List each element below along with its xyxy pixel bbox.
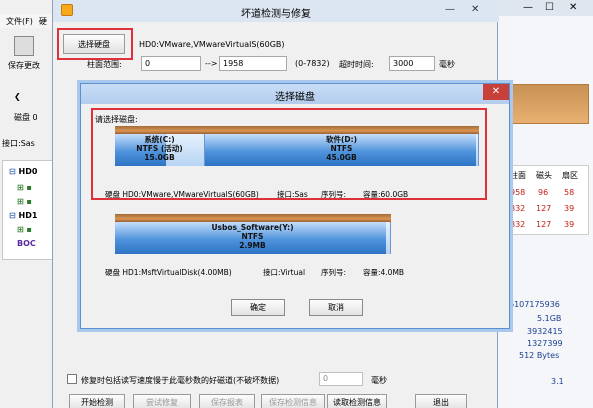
partition-y-name: Usbos_Software(Y:)	[211, 223, 294, 232]
save-scan-info-button[interactable]: 保存检测信息	[261, 394, 325, 408]
repair-threshold-input[interactable]: 0	[319, 372, 363, 386]
load-scan-info-button[interactable]: 读取检测信息	[327, 394, 387, 408]
partition-d-size: 45.0GB	[326, 153, 357, 162]
exit-button[interactable]: 退出	[415, 394, 467, 408]
dialog-title: 选择磁盘	[275, 92, 315, 103]
table-cell: 96	[538, 188, 549, 197]
tree-hd0-child2[interactable]: ⊞ ▪	[17, 197, 32, 206]
table-header-cylinder: 柱面	[510, 171, 526, 180]
disk-hd0-serial: 序列号:	[321, 190, 347, 199]
table-header-head: 磁头	[536, 171, 552, 180]
ok-button[interactable]: 确定	[231, 299, 285, 316]
disk-hd0-capacity: 容量:60.0GB	[363, 190, 409, 199]
repair-unit-label: 毫秒	[371, 376, 387, 385]
disk-hd1-serial: 序列号:	[321, 268, 347, 277]
select-disk-dialog: 选择磁盘 ✕ 请选择磁盘: 系统(C:) NTFS (活动) 15.0GB 软件…	[80, 83, 510, 329]
table-cell: 832	[510, 220, 526, 229]
save-report-button[interactable]: 保存报表	[199, 394, 255, 408]
disk-hd1-bar[interactable]: Usbos_Software(Y:) NTFS 2.9MB	[115, 214, 391, 254]
disk-hd0-interface: 接口:Sas	[277, 190, 308, 199]
disk-hd1-capacity: 容量:4.0MB	[363, 268, 405, 277]
close-icon[interactable]: ✕	[569, 2, 577, 13]
partition-c-fs: NTFS (活动)	[136, 144, 183, 153]
dialog-titlebar: 选择磁盘 ✕	[81, 84, 509, 104]
table-cell: 958	[510, 188, 526, 197]
range-end-input[interactable]: 1958	[219, 56, 287, 71]
disk-hd0-bar[interactable]: 系统(C:) NTFS (活动) 15.0GB 软件(D:) NTFS 45.0…	[115, 126, 479, 166]
dialog-close-icon[interactable]: ✕	[483, 84, 509, 100]
range-limit-label: (0-7832)	[295, 59, 330, 68]
disk-number-label: 磁盘 0	[14, 113, 38, 122]
stat-sector-size: 512 Bytes	[519, 351, 560, 360]
tree-hd0[interactable]: ⊟ HD0	[9, 167, 37, 176]
sector-table: 柱面 磁头 扇区 958 96 58 832 127 39 832 127 39	[505, 165, 589, 235]
tree-hd1[interactable]: ⊟ HD1	[9, 211, 37, 220]
partition-c[interactable]: 系统(C:) NTFS (活动) 15.0GB	[115, 134, 205, 166]
select-disk-button[interactable]: 选择硬盘	[63, 34, 125, 54]
partition-y-fs: NTFS	[241, 232, 264, 241]
timeout-input[interactable]: 3000	[389, 56, 435, 71]
timeout-label: 超时时间:	[339, 60, 374, 69]
table-cell: 127	[536, 204, 552, 213]
menu-file[interactable]: 文件(F)	[6, 16, 33, 27]
timeout-unit-label: 毫秒	[439, 60, 455, 69]
cancel-button[interactable]: 取消	[309, 299, 363, 316]
partition-y[interactable]: Usbos_Software(Y:) NTFS 2.9MB	[115, 222, 391, 254]
tree-hd0-child[interactable]: ⊞ ▪	[17, 183, 32, 192]
background-disk-bar	[505, 84, 589, 124]
version-label: 3.1	[551, 377, 564, 386]
table-cell: 39	[564, 204, 575, 213]
disk-hd0-header	[115, 126, 479, 134]
window-title: 坏道检测与修复	[241, 9, 311, 20]
tree-hd1-child[interactable]: ⊞ ▪	[17, 225, 32, 234]
disk-hd1-header	[115, 214, 391, 222]
range-start-input[interactable]: 0	[141, 56, 201, 71]
table-header-sector: 扇区	[562, 171, 578, 180]
table-cell: 127	[536, 220, 552, 229]
partition-c-name: 系统(C:)	[144, 135, 175, 144]
disk-hd0-name: 硬盘 HD0:VMware,VMwareVirtualS(60GB)	[105, 190, 259, 199]
partition-c-size: 15.0GB	[144, 153, 175, 162]
maximize-icon[interactable]: ☐	[545, 2, 554, 13]
window-titlebar: 坏道检测与修复 — ✕	[53, 0, 499, 22]
close-icon[interactable]: ✕	[471, 4, 479, 16]
save-icon[interactable]	[14, 36, 34, 56]
minimize-icon[interactable]: —	[523, 2, 533, 13]
interface-label: 接口:Sas	[2, 139, 35, 148]
partition-d-name: 软件(D:)	[325, 135, 358, 144]
table-cell: 39	[564, 220, 575, 229]
menu-hard[interactable]: 硬	[39, 16, 47, 27]
background-right-titlebar: — ☐ ✕	[495, 0, 593, 16]
save-changes-label: 保存更改	[8, 61, 40, 70]
repair-slow-checkbox[interactable]	[67, 374, 77, 384]
minimize-icon[interactable]: —	[445, 4, 455, 16]
try-repair-button[interactable]: 尝试修复	[133, 394, 191, 408]
disk-hd1-name: 硬盘 HD1:MsftVirtualDisk(4.00MB)	[105, 268, 232, 277]
start-scan-button[interactable]: 开始检测	[69, 394, 125, 408]
disk-hd1-interface: 接口:Virtual	[263, 268, 306, 277]
stat-total-bytes: 6107175936	[509, 300, 560, 309]
cylinder-range-label: 柱面范围:	[87, 60, 122, 69]
current-disk-label: HD0:VMware,VMwareVirtualS(60GB)	[139, 40, 285, 49]
back-arrow-icon[interactable]: ❮	[14, 92, 21, 101]
partition-y-size: 2.9MB	[239, 241, 266, 250]
stat-sectors: 3932415	[527, 327, 563, 336]
repair-slow-label: 修复时包括读写速度慢于此毫秒数的好磁道(不破坏数据)	[81, 376, 280, 385]
partition-d[interactable]: 软件(D:) NTFS 45.0GB	[205, 134, 479, 166]
stat-size: 5.1GB	[537, 314, 562, 323]
tree-boot[interactable]: BOC	[17, 239, 36, 248]
stat-cylinders: 1327399	[527, 339, 563, 348]
table-cell: 832	[510, 204, 526, 213]
table-cell: 58	[564, 188, 575, 197]
partition-d-fs: NTFS	[330, 144, 353, 153]
range-arrow-label: -->	[205, 59, 218, 68]
